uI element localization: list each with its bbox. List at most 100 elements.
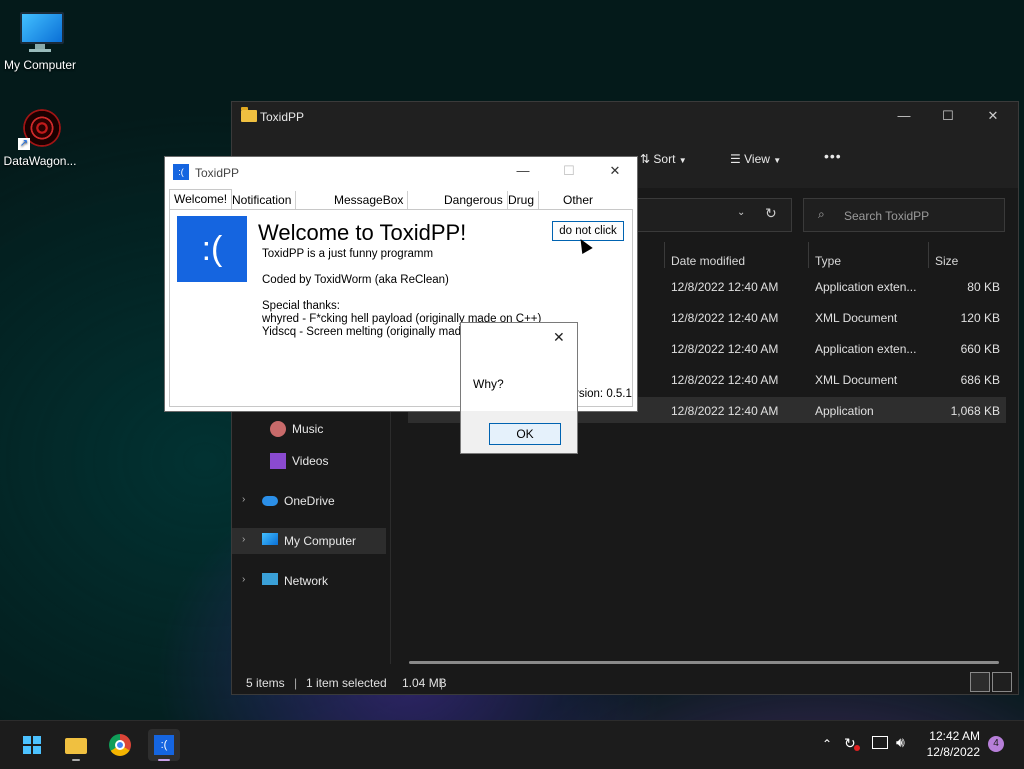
chevron-right-icon[interactable]: ›	[242, 574, 245, 585]
taskbar-file-explorer[interactable]	[60, 729, 92, 761]
tab-dangerous[interactable]: Dangerous	[440, 191, 508, 209]
nav-label: Music	[292, 422, 324, 436]
windows-logo-icon	[23, 736, 41, 754]
network-icon	[262, 573, 278, 585]
network-icon[interactable]	[872, 736, 888, 749]
status-bar: 5 items | 1 item selected 1.04 MB |	[232, 668, 1018, 694]
chevron-right-icon[interactable]: ›	[242, 534, 245, 545]
nav-label: Network	[284, 574, 329, 588]
sad-face-logo: :(	[177, 216, 247, 282]
start-button[interactable]	[16, 729, 48, 761]
volume-icon[interactable]: 🔊︎	[896, 734, 905, 751]
version-label: rsion: 0.5.1	[575, 388, 632, 400]
sort-button[interactable]: ⇅ Sort ▼	[640, 152, 687, 166]
tab-welcome[interactable]: Welcome!	[169, 189, 233, 210]
nav-item-onedrive[interactable]: › OneDrive	[232, 488, 386, 514]
cloud-icon	[262, 496, 278, 506]
status-separator: |	[440, 676, 444, 690]
nav-label: OneDrive	[284, 494, 335, 508]
notification-badge[interactable]: 4	[988, 736, 1004, 752]
maximize-button[interactable]: ☐	[938, 108, 958, 126]
ok-button[interactable]: OK	[489, 423, 561, 445]
cell-date: 12/8/2022 12:40 AM	[671, 280, 779, 294]
explorer-title: ToxidPP	[260, 110, 305, 124]
message-area: ✕ Why?	[461, 323, 577, 411]
view-icon: ☰	[730, 152, 741, 166]
address-bar[interactable]: ⌄ ↻	[632, 198, 792, 232]
cell-type: XML Document	[815, 311, 898, 325]
column-separator[interactable]	[928, 242, 929, 268]
tiles-view-icon[interactable]	[992, 672, 1012, 692]
clock-time[interactable]: 12:42 AM	[918, 729, 980, 743]
more-options-button[interactable]: •••	[824, 148, 842, 164]
details-view-icon[interactable]	[970, 672, 990, 692]
cell-date: 12/8/2022 12:40 AM	[671, 404, 779, 418]
horizontal-scrollbar[interactable]	[409, 661, 999, 664]
running-indicator	[158, 759, 170, 761]
tab-notification-creator[interactable]: Notification Creator	[228, 191, 297, 225]
cell-size: 80 KB	[967, 280, 1000, 294]
nav-label: My Computer	[284, 534, 357, 548]
refresh-icon[interactable]: ↻	[765, 205, 777, 222]
desktop-icon-datawagon[interactable]: ↗ DataWagon...	[0, 106, 80, 168]
tab-messagebox-creator[interactable]: MessageBox Creator	[330, 191, 409, 225]
welcome-heading: Welcome to ToxidPP!	[258, 220, 467, 245]
taskbar: :( ⌃ ↻ 🔊︎ 12:42 AM 12/8/2022	[0, 720, 1024, 769]
search-box[interactable]: ⌕ Search ToxidPP	[803, 198, 1005, 232]
close-button[interactable]: ✕	[983, 108, 1003, 126]
close-icon[interactable]: ✕	[553, 329, 565, 346]
message-text: Why?	[473, 377, 504, 391]
videos-icon	[270, 453, 286, 469]
do-not-click-button[interactable]: do not click	[552, 221, 624, 241]
cell-date: 12/8/2022 12:40 AM	[671, 311, 779, 325]
alert-dot	[854, 745, 860, 751]
desktop-icon-label: My Computer	[3, 58, 77, 72]
mandala-icon: ↗	[18, 106, 62, 150]
column-header-date[interactable]: Date modified	[671, 254, 745, 268]
toxidpp-titlebar[interactable]: :( ToxidPP — ☐ ✕	[165, 157, 637, 187]
chevron-up-icon[interactable]: ⌃	[822, 737, 832, 751]
column-header-size[interactable]: Size	[935, 254, 958, 268]
desktop-icon-label: DataWagon...	[3, 154, 77, 168]
column-header-type[interactable]: Type	[815, 254, 841, 268]
description-text: ToxidPP is a just funny programm	[262, 248, 434, 260]
thanks-heading: Special thanks:	[262, 300, 340, 312]
nav-item-music[interactable]: Music	[232, 416, 386, 442]
desktop-icon-my-computer[interactable]: My Computer	[0, 10, 80, 72]
cell-date: 12/8/2022 12:40 AM	[671, 373, 779, 387]
tab-drug-trip[interactable]: Drug Trip	[504, 191, 540, 225]
chevron-right-icon[interactable]: ›	[242, 494, 245, 505]
view-label: View	[744, 152, 770, 166]
close-button[interactable]: ✕	[605, 163, 625, 181]
cell-type: Application	[815, 404, 874, 418]
author-text: Coded by ToxidWorm (aka ReClean)	[262, 274, 449, 286]
minimize-button[interactable]: —	[894, 108, 914, 126]
column-separator[interactable]	[664, 242, 665, 268]
column-separator[interactable]	[808, 242, 809, 268]
maximize-button[interactable]: ☐	[559, 163, 579, 181]
chevron-down-icon: ▼	[678, 156, 687, 165]
explorer-titlebar[interactable]: ToxidPP — ☐ ✕	[232, 102, 1018, 132]
cell-type: XML Document	[815, 373, 898, 387]
sad-face-icon: :(	[154, 735, 174, 755]
minimize-button[interactable]: —	[513, 163, 533, 181]
search-input[interactable]: Search ToxidPP	[844, 209, 929, 223]
clock-date[interactable]: 12/8/2022	[918, 745, 980, 759]
monitor-icon	[262, 533, 278, 545]
nav-item-network[interactable]: › Network	[232, 568, 386, 594]
taskbar-chrome[interactable]	[104, 729, 136, 761]
cell-date: 12/8/2022 12:40 AM	[671, 342, 779, 356]
sort-icon: ⇅	[640, 152, 651, 166]
view-button[interactable]: ☰ View ▼	[730, 152, 781, 166]
music-icon	[270, 421, 286, 437]
nav-item-my-computer[interactable]: › My Computer	[232, 528, 386, 554]
cell-type: Application exten...	[815, 342, 917, 356]
monitor-icon	[18, 10, 64, 54]
nav-label: Videos	[292, 454, 329, 468]
folder-icon	[65, 738, 87, 754]
taskbar-toxidpp[interactable]: :(	[148, 729, 180, 761]
chevron-down-icon[interactable]: ⌄	[737, 207, 745, 218]
tab-other[interactable]: Other	[559, 191, 597, 209]
message-box-dialog: ✕ Why? OK	[460, 322, 578, 454]
nav-item-videos[interactable]: Videos	[232, 448, 386, 474]
